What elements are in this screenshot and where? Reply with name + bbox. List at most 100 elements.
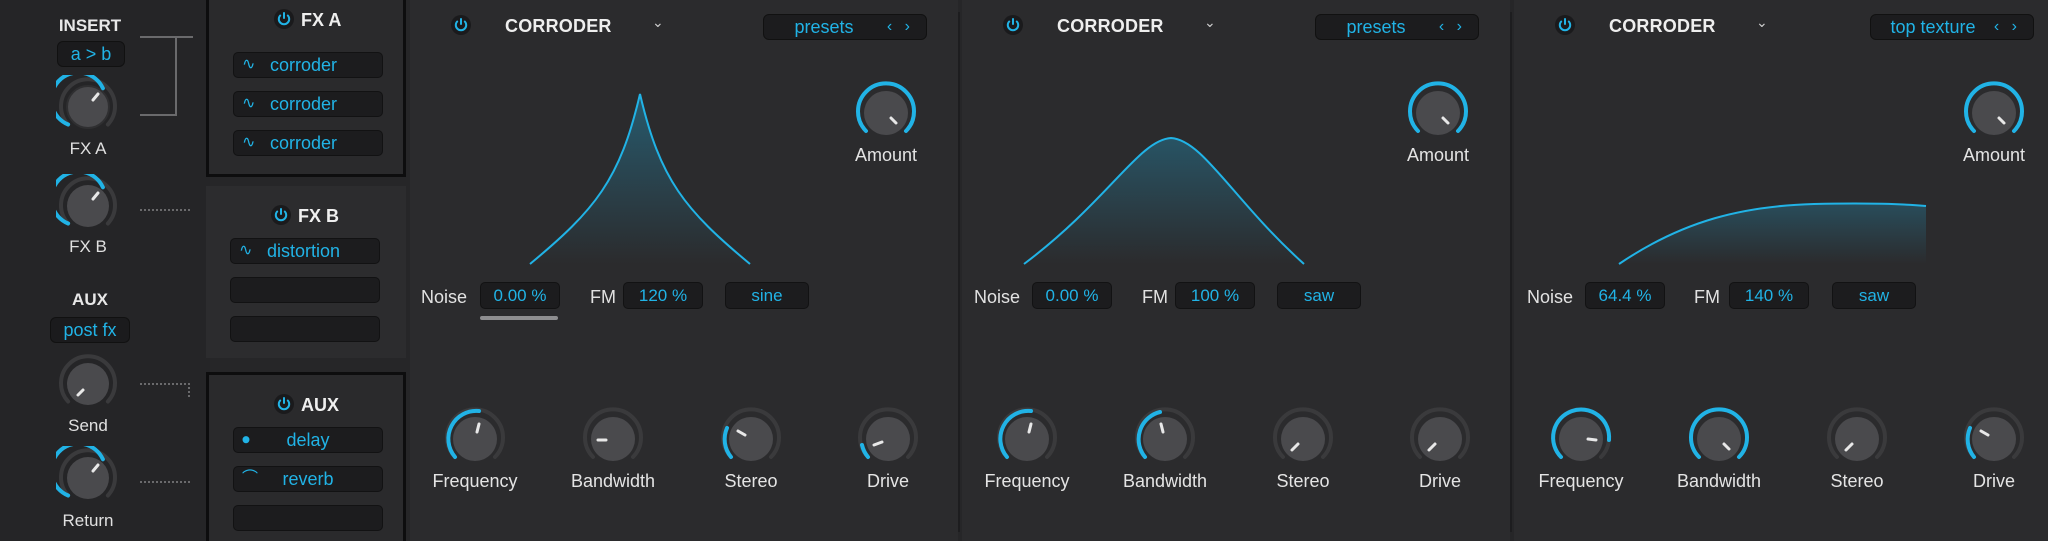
fx-b-item-3[interactable]	[230, 316, 380, 342]
connector-fx-a	[140, 114, 177, 116]
preset-name: presets	[1346, 17, 1406, 37]
chevron-down-icon[interactable]: ⌄	[1204, 14, 1216, 31]
fm-field[interactable]: 140 %	[1729, 282, 1809, 309]
amount-knob[interactable]	[1405, 80, 1471, 146]
chevron-down-icon[interactable]: ⌄	[1756, 14, 1768, 31]
preset-name: presets	[794, 17, 854, 37]
aux-slot-header: AUX	[209, 385, 403, 415]
return-knob[interactable]	[56, 446, 120, 510]
frequency-knob[interactable]	[442, 406, 508, 472]
stereo-label: Stereo	[1276, 471, 1330, 491]
effect-title: CORRODER	[505, 16, 612, 36]
fx-b-slot: FX B ∿ distortion	[206, 186, 406, 358]
insert-mode-selector[interactable]: a > b	[57, 41, 125, 67]
amount-label: Amount	[854, 145, 918, 165]
fx-a-slot-header: FX A	[209, 0, 403, 30]
power-icon[interactable]	[450, 14, 472, 41]
drive-knob[interactable]	[1961, 406, 2027, 472]
power-icon[interactable]	[273, 393, 295, 420]
amount-label: Amount	[1962, 145, 2026, 165]
stereo-knob[interactable]	[718, 406, 784, 472]
connector-return	[140, 481, 190, 483]
effect-panel-3: CORRODER ⌄ top texture ‹ › Amount Noise …	[1514, 0, 2048, 541]
effect-panel-2: CORRODER ⌄ presets ‹ › Amount Noise 0.00…	[962, 0, 1510, 541]
bandwidth-knob[interactable]	[580, 406, 646, 472]
power-icon[interactable]	[273, 8, 295, 35]
fx-b-knob[interactable]	[56, 174, 120, 238]
effect-panel-1: CORRODER ⌄ presets ‹ › Amount Noise 0.00…	[410, 0, 958, 541]
fx-a-item-1[interactable]: ∿ corroder	[233, 52, 383, 78]
drive-knob[interactable]	[855, 406, 921, 472]
aux-item-3[interactable]	[233, 505, 383, 531]
fm-label: FM	[1694, 287, 1720, 307]
noise-field[interactable]: 64.4 %	[1585, 282, 1665, 309]
bandwidth-label: Bandwidth	[570, 471, 656, 491]
return-knob-label: Return	[62, 511, 114, 530]
preset-name: top texture	[1890, 17, 1976, 37]
filter-curve-display	[529, 93, 751, 265]
frequency-knob[interactable]	[1548, 406, 1614, 472]
fx-b-knob-label: FX B	[69, 237, 107, 256]
bandwidth-knob[interactable]	[1686, 406, 1752, 472]
aux-mode-selector[interactable]: post fx	[50, 317, 130, 343]
drive-label: Drive	[1418, 471, 1461, 491]
waveform-selector[interactable]: saw	[1832, 282, 1916, 309]
chevron-down-icon[interactable]: ⌄	[652, 14, 664, 31]
waveform-selector[interactable]: sine	[725, 282, 809, 309]
wave-icon: ∿	[242, 134, 256, 151]
preset-selector[interactable]: presets ‹ ›	[763, 14, 927, 40]
prev-next-arrows-icon[interactable]: ‹ ›	[887, 15, 914, 39]
amount-knob[interactable]	[1961, 80, 2027, 146]
fx-b-slot-title: FX B	[298, 206, 340, 226]
drive-label: Drive	[866, 471, 909, 491]
fx-a-item-2[interactable]: ∿ corroder	[233, 91, 383, 117]
aux-slot: AUX ⦁ delay ⌒ reverb	[206, 372, 406, 541]
panel-divider	[1510, 12, 1512, 532]
bandwidth-label: Bandwidth	[1122, 471, 1208, 491]
fx-b-item-2[interactable]	[230, 277, 380, 303]
fx-a-item-3[interactable]: ∿ corroder	[233, 130, 383, 156]
waveform-selector[interactable]: saw	[1277, 282, 1361, 309]
frequency-label: Frequency	[432, 471, 518, 491]
noise-field[interactable]: 0.00 %	[1032, 282, 1112, 309]
bandwidth-label: Bandwidth	[1676, 471, 1762, 491]
fm-field[interactable]: 100 %	[1175, 282, 1255, 309]
frequency-knob[interactable]	[994, 406, 1060, 472]
noise-slider[interactable]	[480, 316, 558, 320]
connector-insert-vertical	[175, 36, 177, 116]
filter-curve-display	[1023, 136, 1305, 265]
bandwidth-knob[interactable]	[1132, 406, 1198, 472]
fx-a-slot: FX A ∿ corroder ∿ corroder ∿ corroder	[206, 0, 406, 177]
prev-next-arrows-icon[interactable]: ‹ ›	[1994, 15, 2021, 39]
send-knob[interactable]	[56, 352, 120, 416]
fx-b-item-1[interactable]: ∿ distortion	[230, 238, 380, 264]
drive-label: Drive	[1972, 471, 2015, 491]
filter-curve-display	[1618, 202, 1927, 265]
aux-title: AUX	[72, 290, 108, 309]
aux-item-1[interactable]: ⦁ delay	[233, 427, 383, 453]
stereo-label: Stereo	[724, 471, 778, 491]
power-icon[interactable]	[1002, 14, 1024, 41]
effect-title: CORRODER	[1057, 16, 1164, 36]
power-icon[interactable]	[1554, 14, 1576, 41]
preset-selector[interactable]: presets ‹ ›	[1315, 14, 1479, 40]
connector-insert	[140, 36, 193, 116]
fx-a-knob[interactable]	[56, 75, 120, 139]
power-icon[interactable]	[270, 204, 292, 231]
aux-item-2[interactable]: ⌒ reverb	[233, 466, 383, 492]
preset-selector[interactable]: top texture ‹ ›	[1870, 14, 2034, 40]
wave-icon: ∿	[242, 95, 256, 112]
panel-divider	[958, 12, 960, 532]
send-knob-label: Send	[68, 416, 108, 435]
prev-next-arrows-icon[interactable]: ‹ ›	[1439, 15, 1466, 39]
fm-field[interactable]: 120 %	[623, 282, 703, 309]
noise-label: Noise	[1527, 287, 1574, 307]
fm-label: FM	[590, 287, 616, 307]
noise-field[interactable]: 0.00 %	[480, 282, 560, 309]
noise-label: Noise	[974, 287, 1021, 307]
amount-knob[interactable]	[853, 80, 919, 146]
stereo-knob[interactable]	[1270, 406, 1336, 472]
drive-knob[interactable]	[1407, 406, 1473, 472]
aux-slot-title: AUX	[301, 395, 340, 415]
stereo-knob[interactable]	[1824, 406, 1890, 472]
